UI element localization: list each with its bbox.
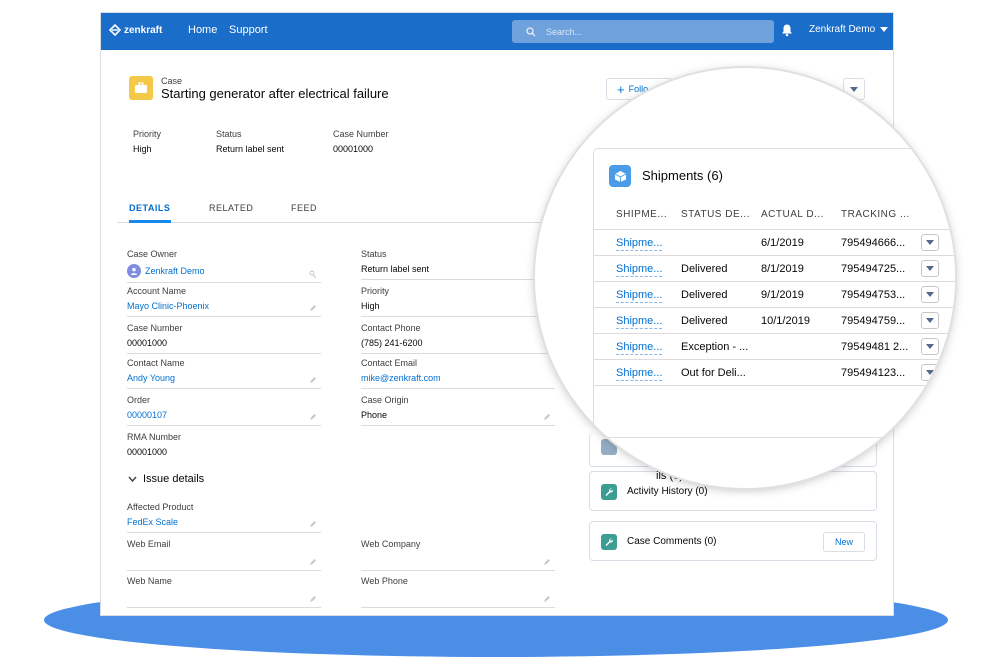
magnifier-lens: Shipments (6) SHIPME... STATUS DE... ACT… — [535, 68, 955, 488]
row-actions-button[interactable] — [921, 338, 939, 355]
pencil-icon[interactable] — [309, 413, 317, 421]
tab-feed[interactable]: FEED — [291, 203, 317, 213]
chevron-down-icon — [926, 240, 934, 245]
table-row: Shipme... Exception - ... 79549481 2... — [594, 334, 955, 360]
pencil-icon[interactable] — [543, 595, 551, 603]
chevron-down-icon — [880, 27, 889, 32]
stage: zenkraft Home Support Search... Zenkraft… — [0, 0, 1000, 670]
column-header-shipment[interactable]: SHIPME... — [616, 209, 667, 220]
change-owner-icon[interactable] — [309, 270, 317, 278]
shipment-link[interactable]: Shipme... — [616, 367, 663, 381]
shipment-link[interactable]: Shipme... — [616, 237, 663, 251]
pencil-icon[interactable] — [543, 558, 551, 566]
contact-email-link[interactable]: mike@zenkraft.com — [361, 373, 555, 384]
row-actions-button[interactable] — [921, 286, 939, 303]
pencil-icon[interactable] — [309, 520, 317, 528]
avatar — [127, 264, 141, 278]
column-header-status[interactable]: STATUS DE... — [681, 209, 750, 220]
field-status: Status Return label sent — [361, 249, 555, 280]
nav-support[interactable]: Support — [229, 24, 268, 36]
field-contact-email: Contact Email mike@zenkraft.com — [361, 358, 555, 389]
shipments-title[interactable]: Shipments (6) — [642, 168, 723, 183]
chevron-down-icon — [926, 266, 934, 271]
top-bar: zenkraft Home Support Search... Zenkraft… — [101, 13, 893, 50]
table-row: Shipme... Delivered 8/1/2019 795494725..… — [594, 256, 955, 282]
field-web-email: Web Email — [127, 539, 321, 571]
case-comments-title[interactable]: Case Comments (0) — [627, 536, 716, 547]
column-header-actual-date[interactable]: ACTUAL D... — [761, 209, 824, 220]
row-actions-button[interactable] — [921, 234, 939, 251]
table-row: Shipme... Delivered 9/1/2019 795494753..… — [594, 282, 955, 308]
field-contact-name: Contact Name Andy Young — [127, 358, 321, 389]
zenkraft-logo-icon — [109, 24, 121, 36]
bell-icon[interactable] — [780, 23, 794, 37]
pencil-icon[interactable] — [309, 558, 317, 566]
page-title: Starting generator after electrical fail… — [161, 86, 389, 101]
case-owner-link[interactable]: Zenkraft Demo — [145, 266, 205, 276]
contact-name-link[interactable]: Andy Young — [127, 373, 321, 384]
tab-related[interactable]: RELATED — [209, 203, 253, 213]
row-actions-button[interactable] — [921, 364, 939, 381]
wrench-icon — [601, 534, 617, 550]
search-placeholder: Search... — [546, 26, 583, 37]
field-web-phone: Web Phone — [361, 576, 555, 608]
section-toggle-issue-details[interactable]: Issue details — [128, 473, 204, 485]
brand-name: zenkraft — [124, 24, 163, 36]
shipment-link[interactable]: Shipme... — [616, 341, 663, 355]
field-order: Order 00000107 — [127, 395, 321, 426]
affected-product-link[interactable]: FedEx Scale — [127, 517, 321, 528]
case-icon — [129, 76, 153, 100]
shipment-link[interactable]: Shipme... — [616, 315, 663, 329]
nav-home[interactable]: Home — [188, 24, 217, 36]
section-title: Issue details — [143, 473, 205, 485]
field-priority: Priority High — [361, 286, 555, 317]
table-row: Shipme... 6/1/2019 795494666... — [594, 230, 955, 256]
row-actions-button[interactable] — [921, 312, 939, 329]
field-rma-number: RMA Number 00001000 — [127, 432, 182, 457]
field-case-origin: Case Origin Phone — [361, 395, 555, 426]
pencil-icon[interactable] — [309, 376, 317, 384]
table-row: Shipme... Delivered 10/1/2019 795494759.… — [594, 308, 955, 334]
shipment-link[interactable]: Shipme... — [616, 289, 663, 303]
field-web-name: Web Name — [127, 576, 321, 608]
chevron-down-icon — [128, 476, 137, 482]
user-name: Zenkraft Demo — [809, 24, 876, 35]
search-input[interactable]: Search... — [512, 20, 774, 43]
chevron-down-icon — [926, 292, 934, 297]
tab-details[interactable]: DETAILS — [129, 203, 170, 213]
field-affected-product: Affected Product FedEx Scale — [127, 502, 321, 533]
field-web-company: Web Company — [361, 539, 555, 571]
highlight-status: Status Return label sent — [216, 129, 285, 154]
record-tabs: DETAILS RELATED FEED — [117, 193, 565, 223]
pencil-icon[interactable] — [309, 595, 317, 603]
card-case-comments: Case Comments (0) New — [589, 521, 877, 561]
field-case-number: Case Number 00001000 — [127, 323, 321, 354]
chevron-down-icon — [926, 318, 934, 323]
shipments-card: Shipments (6) SHIPME... STATUS DE... ACT… — [593, 148, 955, 438]
search-icon — [526, 26, 536, 36]
chevron-down-icon — [926, 370, 934, 375]
active-tab-indicator — [129, 220, 171, 223]
box-icon — [609, 165, 631, 187]
highlight-priority: Priority High — [133, 129, 162, 154]
order-link[interactable]: 00000107 — [127, 410, 321, 421]
table-row: Shipme... Out for Deli... 795494123... — [594, 360, 955, 386]
user-menu[interactable]: Zenkraft Demo — [809, 24, 889, 35]
object-label: Case — [161, 76, 183, 86]
pencil-icon[interactable] — [309, 304, 317, 312]
field-case-owner: Case Owner Zenkraft Demo — [127, 249, 321, 283]
field-contact-phone: Contact Phone (785) 241-6200 — [361, 323, 555, 354]
row-actions-button[interactable] — [921, 260, 939, 277]
shipment-link[interactable]: Shipme... — [616, 263, 663, 277]
new-comment-button[interactable]: New — [823, 532, 865, 552]
account-name-link[interactable]: Mayo Clinic-Phoenix — [127, 301, 321, 312]
brand-logo[interactable]: zenkraft — [109, 24, 162, 36]
chevron-down-icon — [926, 344, 934, 349]
column-header-tracking[interactable]: TRACKING ... — [841, 209, 910, 220]
field-account-name: Account Name Mayo Clinic-Phoenix — [127, 286, 321, 317]
highlight-case-number: Case Number 00001000 — [333, 129, 389, 154]
